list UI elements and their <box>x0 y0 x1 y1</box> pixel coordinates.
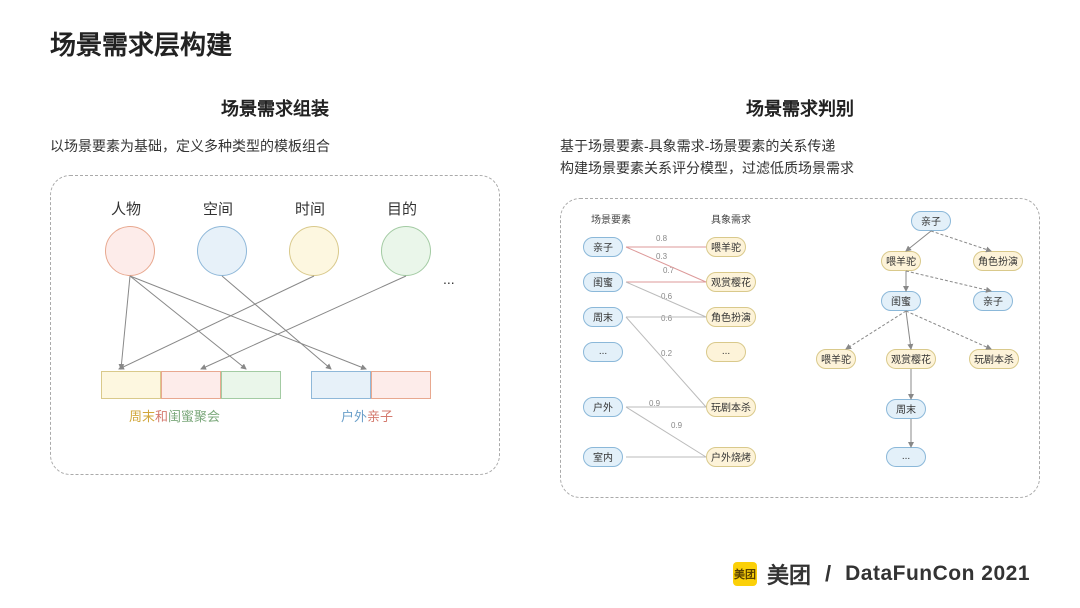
tree-l4b: 观赏樱花 <box>886 349 936 369</box>
col-label-elements: 场景要素 <box>591 211 631 226</box>
bp-left-4: 户外 <box>583 397 623 417</box>
bp-left-2: 周末 <box>583 307 623 327</box>
left-desc: 以场景要素为基础，定义多种类型的模板组合 <box>50 135 500 157</box>
w2: 0.7 <box>663 266 674 275</box>
bp-left-3: ... <box>583 342 623 362</box>
ellipsis-left: ... <box>443 271 455 287</box>
elem-label-purpose: 目的 <box>387 198 417 219</box>
tree-l3b: 亲子 <box>973 291 1013 311</box>
tree-root: 亲子 <box>911 211 951 231</box>
circle-time <box>289 226 339 276</box>
right-subtitle: 场景需求判别 <box>560 95 1040 121</box>
w7: 0.9 <box>671 421 682 430</box>
tree-l5a: 周末 <box>886 399 926 419</box>
circle-person <box>105 226 155 276</box>
tree-l3a: 闺蜜 <box>881 291 921 311</box>
tree-l2a: 喂羊驼 <box>881 251 921 271</box>
slide-title: 场景需求层构建 <box>50 25 232 62</box>
right-desc: 基于场景要素-具象需求-场景要素的关系传递 构建场景要素关系评分模型，过滤低质场… <box>560 135 1040 180</box>
w6: 0.9 <box>649 399 660 408</box>
left-diagram: 人物 空间 时间 目的 ... 周末和闺蜜聚会 <box>50 175 500 475</box>
tree-edges <box>561 199 1041 499</box>
left-panel: 场景需求组装 以场景要素为基础，定义多种类型的模板组合 人物 空间 时间 目的 … <box>50 95 500 475</box>
circle-space <box>197 226 247 276</box>
bp-left-5: 室内 <box>583 447 623 467</box>
bp-right-1: 观赏樱花 <box>706 272 756 292</box>
right-diagram: 场景要素 具象需求 亲子 闺蜜 周末 ... 户外 室内 喂羊驼 观赏樱花 角色… <box>560 198 1040 498</box>
event-name: DataFunCon 2021 <box>845 562 1030 586</box>
meituan-brand-text: 美团 <box>767 558 811 590</box>
footer: 美团 美团 / DataFunCon 2021 <box>733 558 1030 590</box>
meituan-logo-icon: 美团 <box>733 562 757 586</box>
w1: 0.3 <box>656 252 667 261</box>
w5: 0.2 <box>661 349 672 358</box>
elem-label-space: 空间 <box>203 198 233 219</box>
left-subtitle: 场景需求组装 <box>50 95 500 121</box>
tree-l4c: 玩剧本杀 <box>969 349 1019 369</box>
elem-label-time: 时间 <box>295 198 325 219</box>
w4: 0.6 <box>661 314 672 323</box>
bp-left-0: 亲子 <box>583 237 623 257</box>
elem-label-person: 人物 <box>111 198 141 219</box>
combo-bar-2 <box>311 371 431 399</box>
right-panel: 场景需求判别 基于场景要素-具象需求-场景要素的关系传递 构建场景要素关系评分模… <box>560 95 1040 498</box>
tree-l4a: 喂羊驼 <box>816 349 856 369</box>
bp-right-5: 户外烧烤 <box>706 447 756 467</box>
bp-left-1: 闺蜜 <box>583 272 623 292</box>
circle-purpose <box>381 226 431 276</box>
tree-l2b: 角色扮演 <box>973 251 1023 271</box>
w3: 0.6 <box>661 292 672 301</box>
combo-bar-1 <box>101 371 281 399</box>
w0: 0.8 <box>656 234 667 243</box>
combo-2-label: 户外亲子 <box>341 406 393 425</box>
separator: / <box>825 561 831 587</box>
tree-l6a: ... <box>886 447 926 467</box>
combo-1-label: 周末和闺蜜聚会 <box>129 406 220 425</box>
left-lines <box>51 176 501 476</box>
bp-right-0: 喂羊驼 <box>706 237 746 257</box>
bp-right-3: ... <box>706 342 746 362</box>
bp-right-4: 玩剧本杀 <box>706 397 756 417</box>
col-label-needs: 具象需求 <box>711 211 751 226</box>
bipartite-edges <box>561 199 1041 499</box>
bp-right-2: 角色扮演 <box>706 307 756 327</box>
